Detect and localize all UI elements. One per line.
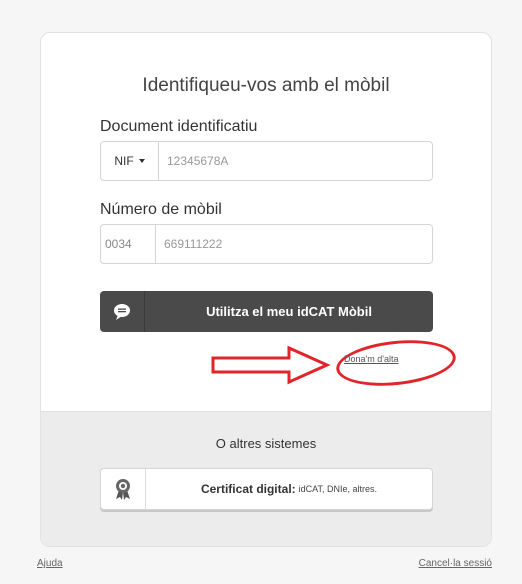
certificate-badge-icon xyxy=(101,469,146,509)
use-idcat-mobile-button[interactable]: Utilitza el meu idCAT Mòbil xyxy=(100,291,433,332)
login-card: Identifiqueu-vos amb el mòbil Document i… xyxy=(40,32,492,547)
use-idcat-mobile-label: Utilitza el meu idCAT Mòbil xyxy=(206,304,372,319)
document-input-group: NIF 12345678A xyxy=(100,141,433,181)
chevron-down-icon xyxy=(138,159,145,163)
digital-certificate-title: Certificat digital: xyxy=(200,482,296,496)
document-label: Document identificatiu xyxy=(100,118,258,135)
cancel-session-link[interactable]: Cancel·la sessió xyxy=(419,558,492,569)
speech-bubble-icon xyxy=(100,291,145,332)
other-systems-title: O altres sistemes xyxy=(215,436,317,451)
mobile-input-group: 0034 669111222 xyxy=(100,224,433,264)
annotation-arrow-icon xyxy=(211,345,331,385)
document-type-select[interactable]: NIF xyxy=(101,142,159,180)
document-type-value: NIF xyxy=(114,154,134,168)
digital-certificate-subtitle: idCAT, DNIe, altres. xyxy=(298,484,378,494)
mobile-label: Número de mòbil xyxy=(100,201,222,218)
card-title: Identifiqueu-vos amb el mòbil xyxy=(142,75,390,96)
document-number-input[interactable]: 12345678A xyxy=(159,142,432,180)
digital-certificate-label: Certificat digital: idCAT, DNIe, altres. xyxy=(146,469,432,509)
help-link[interactable]: Ajuda xyxy=(37,558,63,569)
digital-certificate-button[interactable]: Certificat digital: idCAT, DNIe, altres. xyxy=(100,468,433,510)
signup-link[interactable]: Dona'm d'alta xyxy=(344,354,398,364)
mobile-number-input[interactable]: 669111222 xyxy=(156,225,432,263)
other-systems-panel: O altres sistemes Certificat digital: id… xyxy=(41,411,491,546)
mobile-prefix: 0034 xyxy=(101,225,156,263)
